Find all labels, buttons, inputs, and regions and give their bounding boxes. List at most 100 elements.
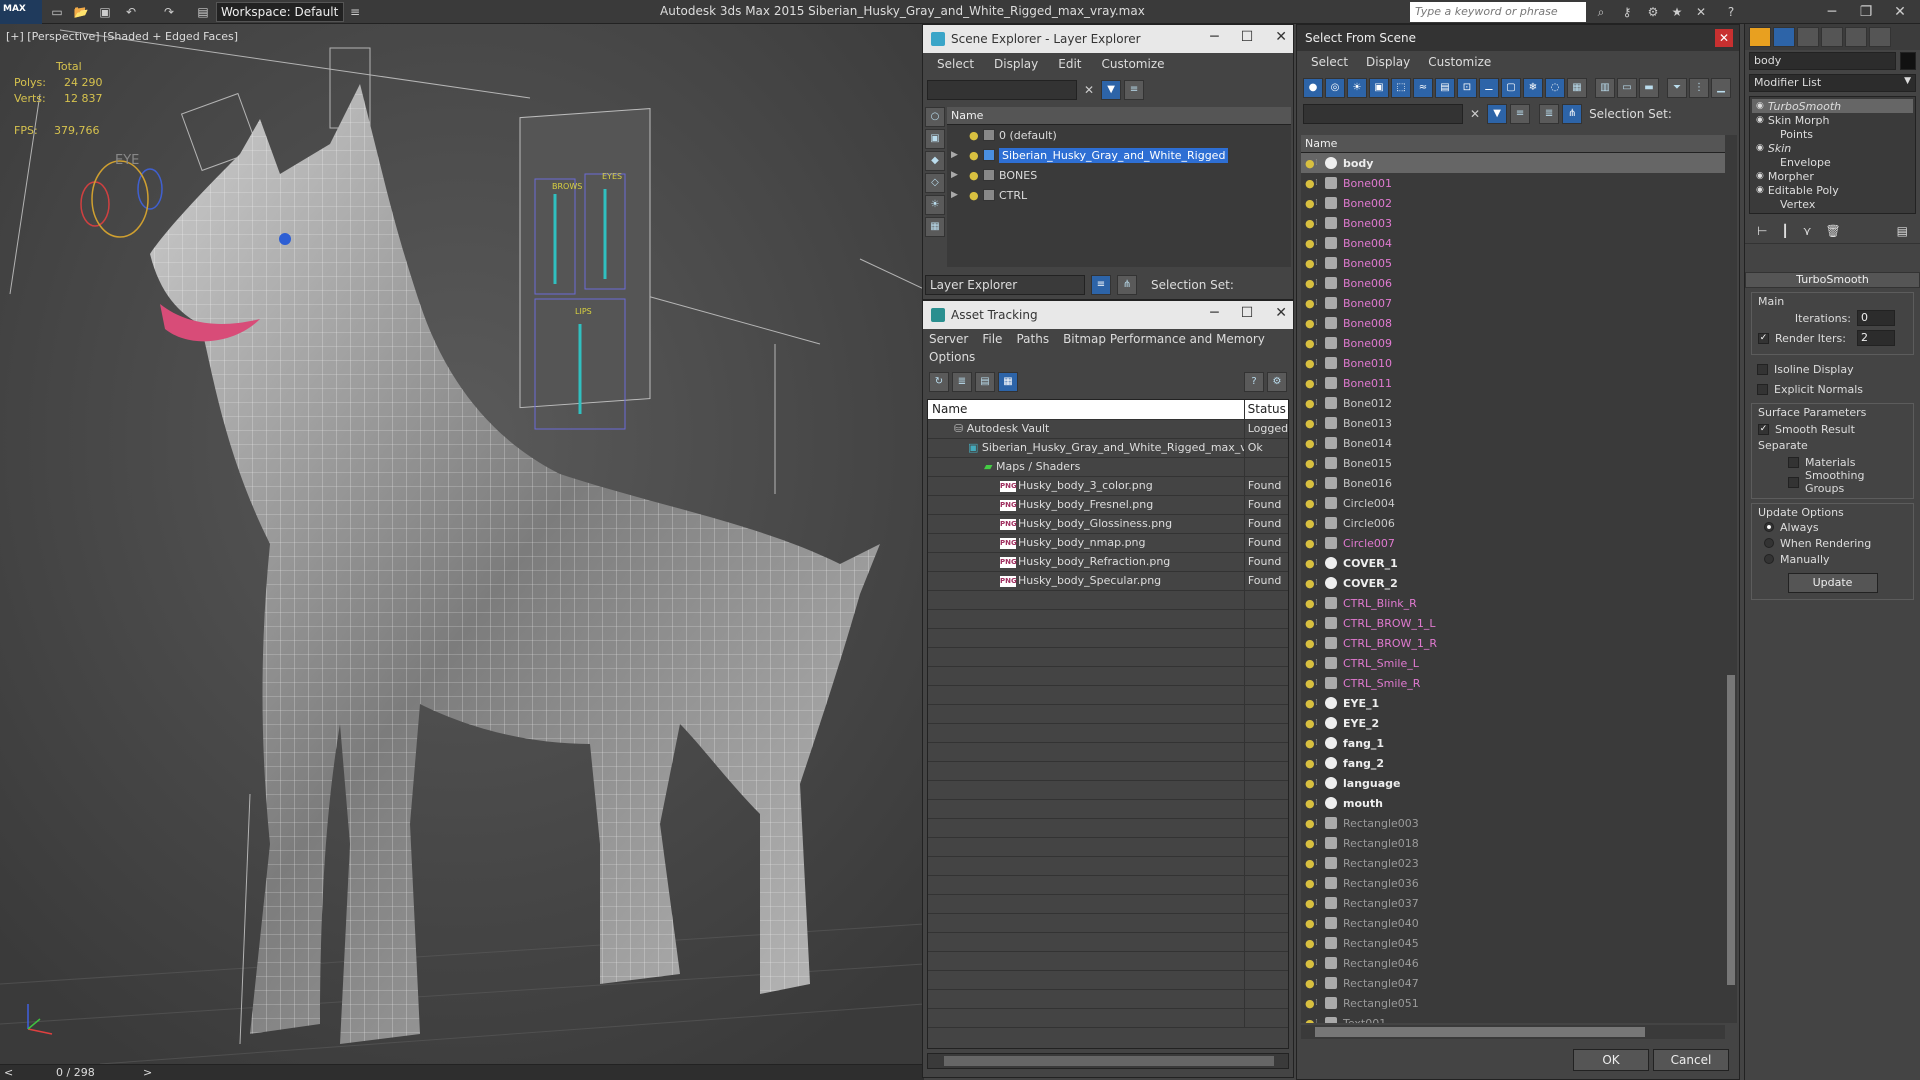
object-row[interactable]: ● ⁞ Rectangle018 [1301, 833, 1725, 853]
subscription-icon[interactable]: ⚙ [1644, 3, 1662, 21]
display-lights-icon[interactable]: ☀ [925, 195, 945, 215]
bulb-icon[interactable]: ● [1305, 417, 1315, 430]
display-all-icon[interactable]: ▥ [1595, 78, 1615, 98]
freeze-icon[interactable]: ⁞ [1315, 758, 1325, 768]
bulb-icon[interactable]: ● [1305, 517, 1315, 530]
object-row[interactable]: ● ⁞ EYE_1 [1301, 693, 1725, 713]
modifier-toggle-icon[interactable]: ◉ [1756, 143, 1764, 153]
configure-sets-icon[interactable]: ▤ [1897, 224, 1908, 238]
col-name[interactable]: Name [928, 400, 1245, 419]
modifier-list-dropdown[interactable]: Modifier List ▼ [1749, 74, 1916, 92]
freeze-icon[interactable]: ⁞ [1315, 898, 1325, 908]
pin-stack-icon[interactable]: ⊢ [1757, 224, 1767, 238]
bulb-icon[interactable]: ● [1305, 757, 1315, 770]
iterations-spinner[interactable]: 0 [1857, 310, 1895, 326]
bulb-icon[interactable]: ● [1305, 977, 1315, 990]
freeze-icon[interactable]: ⁞ [1315, 458, 1325, 468]
bulb-icon[interactable]: ● [969, 169, 979, 182]
table-row[interactable]: PNGHusky_body_Fresnel.png Found [928, 496, 1288, 515]
modifier-toggle-icon[interactable]: ◉ [1756, 185, 1764, 195]
object-row[interactable]: ● ⁞ Rectangle051 [1301, 993, 1725, 1013]
always-radio[interactable] [1764, 522, 1774, 532]
bulb-icon[interactable]: ● [1305, 197, 1315, 210]
open-file-icon[interactable]: 📂 [72, 3, 90, 21]
filter-spacewarps-icon[interactable]: ≈ [1413, 78, 1433, 98]
viewport-label[interactable]: [+] [Perspective] [Shaded + Edged Faces] [6, 30, 238, 43]
freeze-icon[interactable]: ⁞ [1315, 338, 1325, 348]
freeze-icon[interactable]: ⁞ [1315, 698, 1325, 708]
table-view-icon[interactable]: ▦ [998, 372, 1018, 392]
qat-menu-icon[interactable]: ≡ [346, 3, 364, 21]
object-color-swatch[interactable] [1900, 52, 1916, 70]
bulb-icon[interactable]: ● [1305, 797, 1315, 810]
modifier-stack-item[interactable]: ◉ Editable Poly [1752, 183, 1913, 197]
asset-tracking-titlebar[interactable]: Asset Tracking ─ ☐ ✕ [923, 301, 1293, 329]
bulb-icon[interactable]: ● [1305, 857, 1315, 870]
layer-row[interactable]: ● 0 (default) [947, 125, 1291, 145]
modifier-stack-item[interactable]: Vertex [1752, 197, 1913, 211]
time-next-button[interactable]: > [143, 1066, 152, 1079]
scene-explorer-titlebar[interactable]: Scene Explorer - Layer Explorer ─ ☐ ✕ [923, 25, 1293, 53]
invert-display-icon[interactable]: ▬ [1639, 78, 1659, 98]
save-icon[interactable]: ▣ [96, 3, 114, 21]
object-row[interactable]: ● ⁞ Rectangle040 [1301, 913, 1725, 933]
table-row[interactable]: PNGHusky_body_Refraction.png Found [928, 553, 1288, 572]
bulb-icon[interactable]: ● [1305, 717, 1315, 730]
bulb-icon[interactable]: ● [1305, 837, 1315, 850]
modifier-stack-item[interactable]: ◉ TurboSmooth [1752, 99, 1913, 113]
freeze-icon[interactable]: ⁞ [1315, 958, 1325, 968]
layers-mode-icon[interactable]: ≣ [1539, 104, 1560, 124]
modifier-toggle-icon[interactable]: ◉ [1756, 101, 1764, 111]
manually-radio[interactable] [1764, 554, 1774, 564]
object-row[interactable]: ● ⁞ Bone001 [1301, 173, 1725, 193]
bulb-icon[interactable]: ● [1305, 277, 1315, 290]
object-list-hscrollbar[interactable] [1301, 1025, 1725, 1039]
layer-row[interactable]: ▶ ● Siberian_Husky_Gray_and_White_Rigged [947, 145, 1291, 165]
filter-frozen-icon[interactable]: ❄ [1523, 78, 1543, 98]
bulb-icon[interactable]: ● [1305, 157, 1315, 170]
asset-table-hscrollbar[interactable] [927, 1053, 1289, 1069]
hierarchy-mode-icon[interactable]: ⋔ [1117, 275, 1137, 295]
layer-tools-icon[interactable]: ≡ [1510, 104, 1531, 124]
bulb-icon[interactable]: ● [969, 149, 979, 162]
bulb-icon[interactable]: ● [1305, 177, 1315, 190]
freeze-icon[interactable]: ⁞ [1315, 538, 1325, 548]
close-icon[interactable]: ✕ [1275, 29, 1287, 45]
object-row[interactable]: ● ⁞ Bone013 [1301, 413, 1725, 433]
freeze-icon[interactable]: ⁞ [1315, 558, 1325, 568]
freeze-icon[interactable]: ⁞ [1315, 838, 1325, 848]
filter-icon[interactable]: ▼ [1487, 104, 1508, 124]
object-name-header[interactable]: Name [1301, 135, 1725, 153]
freeze-icon[interactable]: ⁞ [1315, 498, 1325, 508]
table-row[interactable]: ▣ Siberian_Husky_Gray_and_White_Rigged_m… [928, 439, 1288, 458]
redo-icon[interactable]: ↷ [160, 3, 178, 21]
object-row[interactable]: ● ⁞ Rectangle036 [1301, 873, 1725, 893]
create-tab-icon[interactable] [1749, 27, 1771, 47]
modifier-stack-item[interactable]: ◉ Morpher [1752, 169, 1913, 183]
layer-tools-icon[interactable]: ≡ [1124, 80, 1145, 100]
freeze-icon[interactable]: ⁞ [1315, 978, 1325, 988]
bulb-icon[interactable]: ● [1305, 897, 1315, 910]
find-input[interactable] [927, 80, 1077, 100]
modifier-toggle-icon[interactable]: ◉ [1756, 171, 1764, 181]
object-row[interactable]: ● ⁞ Circle004 [1301, 493, 1725, 513]
freeze-icon[interactable]: ⁞ [1315, 798, 1325, 808]
rollout-title[interactable]: TurboSmooth [1745, 272, 1920, 288]
hierarchy-mode-icon[interactable]: ⋔ [1562, 104, 1583, 124]
collapse-icon[interactable]: ▁ [1711, 78, 1731, 98]
freeze-icon[interactable]: ⁞ [1315, 218, 1325, 228]
remove-modifier-icon[interactable]: 🗑 [1825, 224, 1840, 238]
bulb-icon[interactable]: ● [969, 189, 979, 202]
maximize-icon[interactable]: ☐ [1241, 305, 1254, 321]
ok-button[interactable]: OK [1573, 1049, 1649, 1071]
filter-shapes-icon[interactable]: ◎ [1325, 78, 1345, 98]
minimize-icon[interactable]: ─ [1816, 2, 1848, 22]
layer-name-header[interactable]: Name [947, 107, 1291, 125]
freeze-icon[interactable]: ⁞ [1315, 398, 1325, 408]
object-row[interactable]: ● ⁞ mouth [1301, 793, 1725, 813]
menu-customize[interactable]: Customize [1428, 55, 1491, 71]
freeze-icon[interactable]: ⁞ [1315, 678, 1325, 688]
menu-server[interactable]: Server [929, 332, 968, 346]
bulb-icon[interactable]: ● [1305, 957, 1315, 970]
bulb-icon[interactable]: ● [1305, 737, 1315, 750]
